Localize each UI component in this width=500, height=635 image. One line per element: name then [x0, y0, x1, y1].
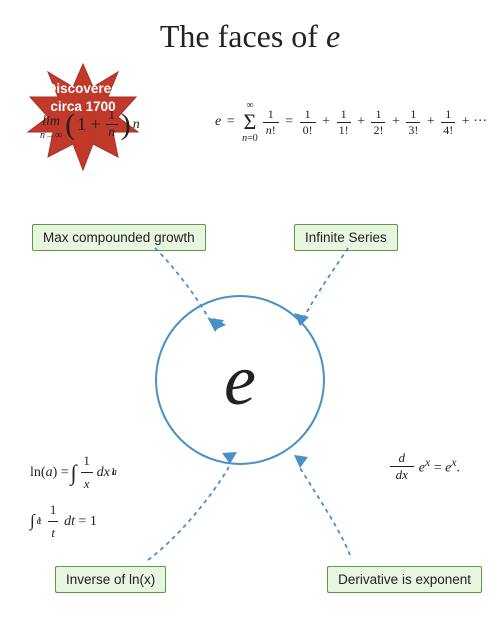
badge-text: Discovered circa 1700 — [24, 80, 142, 116]
derivative-formula: d dx ex = ex. — [390, 450, 460, 487]
center-e-letter: e — [224, 339, 256, 422]
derivative-label: Derivative is exponent — [327, 566, 482, 593]
inverse-ln-label: Inverse of ln(x) — [55, 566, 166, 593]
ln-formula: ln(a) = ∫ 1 x dx a 1 ∫ e 1 1 t dt = 1 — [30, 450, 116, 548]
max-growth-label: Max compounded growth — [32, 224, 206, 251]
center-circle: e — [155, 295, 325, 465]
page-title: The faces of e — [0, 0, 500, 55]
infinite-series-label: Infinite Series — [294, 224, 398, 251]
series-formula: e = ∞ Σ n=0 1 n! = 1 0! + 1 1! + 1 2! — [215, 100, 487, 144]
